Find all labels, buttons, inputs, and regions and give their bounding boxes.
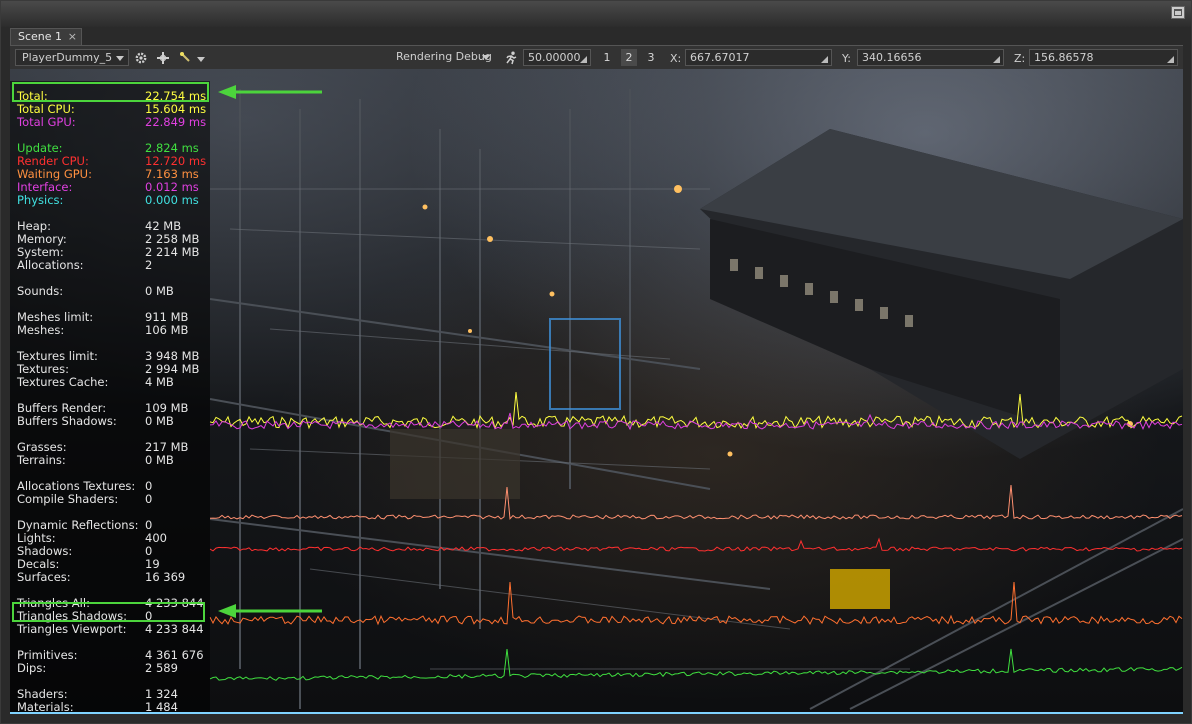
stat-label: Allocations:: [17, 258, 84, 272]
stat-row: Sounds: 0 MB: [17, 285, 207, 298]
view-button-1[interactable]: 1: [599, 49, 615, 66]
stat-row: Meshes: 106 MB: [17, 324, 207, 337]
close-icon[interactable]: ×: [68, 30, 77, 43]
camera-combo-value: PlayerDummy_5: [22, 51, 113, 64]
stat-label: Physics:: [17, 193, 64, 207]
arrow-left-icon: [218, 604, 322, 618]
resize-grip-icon: [821, 56, 828, 63]
y-label: Y:: [842, 52, 851, 65]
y-field[interactable]: 340.16656: [857, 49, 1004, 66]
running-man-icon[interactable]: [503, 49, 519, 66]
stat-label: Meshes:: [17, 323, 65, 337]
graph-trace: [209, 648, 1183, 681]
stat-value: 2: [145, 258, 153, 272]
z-field[interactable]: 156.86578: [1029, 49, 1178, 66]
stat-row: Total GPU: 22.849 ms: [17, 116, 207, 129]
stat-row: Dips: 2 589: [17, 662, 207, 675]
stat-row: Triangles Viewport: 4 233 844: [17, 623, 207, 636]
stat-row: Allocations: 2: [17, 259, 207, 272]
resize-grip-icon: [580, 56, 587, 63]
stat-value: 2 214 MB: [145, 245, 200, 259]
speed-value: 50.00000: [528, 51, 581, 64]
speed-field[interactable]: 50.00000: [523, 49, 591, 66]
maximize-icon[interactable]: [1171, 6, 1185, 19]
mode-combo[interactable]: Rendering Debug: [390, 49, 494, 66]
resize-grip-icon: [1167, 56, 1174, 63]
viewport-toolbar: PlayerDummy_5 Rendering Debug 50.00000 1…: [10, 45, 1183, 70]
stat-label: Compile Shaders:: [17, 492, 119, 506]
chevron-down-icon: [482, 55, 490, 60]
tab-label: Scene 1: [18, 30, 63, 43]
title-bar: [1, 1, 1191, 27]
stat-row: Surfaces: 16 369: [17, 571, 207, 584]
y-value: 340.16656: [862, 51, 922, 64]
stat-value: 0 MB: [145, 414, 174, 428]
graph-trace: [209, 412, 1183, 431]
3d-viewport[interactable]: Total: 22.754 ms Total CPU: 15.604 ms Total …: [10, 69, 1183, 712]
graph-trace: [209, 537, 1183, 552]
highlight-triangles-shadows-box: [12, 602, 205, 622]
stat-row: Physics: 0.000 ms: [17, 194, 207, 207]
stat-value: 2 589: [145, 661, 178, 675]
stat-row: Textures Cache: 4 MB: [17, 376, 207, 389]
arrow-left-icon: [218, 85, 322, 99]
mode-combo-value: Rendering Debug: [396, 50, 492, 63]
graph-trace: [209, 484, 1183, 520]
stat-value: 16 369: [145, 570, 186, 584]
chevron-down-icon: [116, 56, 124, 61]
z-label: Z:: [1014, 52, 1026, 65]
x-label: X:: [670, 52, 682, 65]
stat-row: Materials: 1 484: [17, 700, 207, 713]
z-value: 156.86578: [1034, 51, 1094, 64]
stat-value: 0 MB: [145, 284, 174, 298]
stat-label: Triangles Viewport:: [17, 622, 127, 636]
wand-icon[interactable]: [178, 49, 208, 66]
camera-combo[interactable]: PlayerDummy_5: [15, 49, 129, 66]
stat-row: Terrains: 0 MB: [17, 454, 207, 467]
stat-value: 0 MB: [145, 453, 174, 467]
stat-value: 4 MB: [145, 375, 174, 389]
x-value: 667.67017: [690, 51, 750, 64]
resize-grip-icon: [993, 56, 1000, 63]
move-icon[interactable]: [155, 49, 171, 66]
view-button-2[interactable]: 2: [621, 49, 637, 66]
stat-value: 106 MB: [145, 323, 189, 337]
stat-value: 0.000 ms: [145, 193, 199, 207]
stat-label: Total GPU:: [17, 115, 76, 129]
stat-value: 1 484: [145, 700, 178, 713]
stat-label: Sounds:: [17, 284, 64, 298]
graph-trace: [209, 581, 1183, 626]
stat-label: Surfaces:: [17, 570, 71, 584]
x-field[interactable]: 667.67017: [685, 49, 832, 66]
stat-label: Terrains:: [17, 453, 66, 467]
stat-label: Buffers Shadows:: [17, 414, 117, 428]
stat-row: Compile Shaders: 0: [17, 493, 207, 506]
highlight-total-box: [12, 82, 209, 102]
stat-label: Dips:: [17, 661, 47, 675]
stat-row: Buffers Shadows: 0 MB: [17, 415, 207, 428]
view-button-3[interactable]: 3: [643, 49, 659, 66]
tab-scene-1[interactable]: Scene 1 ×: [10, 28, 82, 45]
viewport-border: [10, 712, 1183, 714]
stat-value: 22.849 ms: [145, 115, 207, 129]
stat-value: 0: [145, 492, 153, 506]
stat-value: 4 233 844: [145, 622, 204, 636]
gear-icon[interactable]: [133, 49, 149, 66]
editor-window: Scene 1 × PlayerDummy_5 Rendering Debug …: [0, 0, 1192, 724]
stat-label: Materials:: [17, 700, 74, 713]
stat-label: Textures Cache:: [17, 375, 109, 389]
